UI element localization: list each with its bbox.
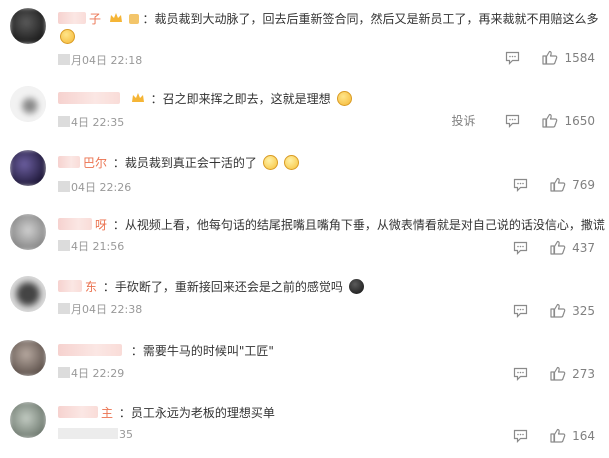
comment-actions: 投诉 1650: [451, 112, 595, 129]
username[interactable]: 子: [58, 10, 103, 28]
comment-text-overflow: [58, 28, 75, 46]
comment-icon: [506, 114, 520, 128]
like-button[interactable]: 273: [550, 366, 595, 381]
timestamp: 月04日 22:38: [58, 301, 142, 317]
like-button[interactable]: 164: [550, 428, 595, 443]
thumbs-up-icon: [550, 177, 566, 192]
like-count: 1584: [564, 50, 595, 65]
reply-button[interactable]: [513, 178, 528, 192]
comment-text: ：需要牛马的时候叫"工匠": [130, 344, 274, 358]
crown-badge-icon: [109, 13, 122, 22]
timestamp: 月04日 22:18: [58, 52, 142, 68]
comment-text-line: 东 ：手砍断了，重新接回来还会是之前的感觉吗: [58, 278, 364, 296]
smile-emoji-icon: [336, 91, 352, 106]
like-count: 164: [572, 428, 595, 443]
comment-text-line: 巴尔 ：裁员裁到真正会干活的了: [58, 154, 299, 172]
like-button[interactable]: 437: [550, 240, 595, 255]
comment-item: 子 ：裁员裁到大动脉了，回去后重新签合同，然后又是新员工了，再来裁就不用赔这么多…: [0, 4, 609, 68]
like-button[interactable]: 1650: [542, 113, 595, 128]
comment-text: ：手砍断了，重新接回来还会是之前的感觉吗: [102, 280, 343, 294]
username[interactable]: 呀: [58, 216, 109, 234]
username[interactable]: 主: [58, 404, 115, 422]
comment-text: ：从视频上看，他每句话的结尾抿嘴且嘴角下垂，从微表情看就是对自己说的话没信心，撒…: [112, 218, 605, 232]
like-count: 273: [572, 366, 595, 381]
report-button[interactable]: 投诉: [451, 112, 475, 129]
comment-actions: 325: [513, 303, 595, 318]
comment-actions: 164: [513, 428, 595, 443]
crying-laughing-emoji-icon: [283, 155, 299, 170]
comment-icon: [513, 178, 528, 192]
reply-button[interactable]: [513, 429, 528, 443]
like-count: 1650: [564, 113, 595, 128]
comment-text-line: 呀 ：从视频上看，他每句话的结尾抿嘴且嘴角下垂，从微表情看就是对自己说的话没信心…: [58, 216, 605, 234]
comment-icon: [506, 51, 520, 65]
crown-badge-icon: [131, 93, 144, 102]
comment-actions: 437: [513, 240, 595, 255]
thumbs-up-icon: [542, 50, 558, 65]
level-badge-icon: [128, 14, 139, 24]
username[interactable]: [58, 90, 125, 108]
like-count: 437: [572, 240, 595, 255]
username[interactable]: [58, 342, 127, 360]
comment-text-line: ：需要牛马的时候叫"工匠": [58, 342, 274, 360]
avatar[interactable]: [10, 150, 46, 186]
comment-item: ：需要牛马的时候叫"工匠" 4日 22:29 273: [0, 336, 609, 398]
comment-text: ：召之即来挥之即去，这就是理想: [150, 92, 331, 106]
timestamp: 4日 22:35: [58, 114, 124, 130]
thumbs-up-icon: [550, 428, 566, 443]
comment-text: ：裁员裁到大动脉了，回去后重新签合同，然后又是新员工了，再来裁就不用赔这么多: [142, 12, 599, 26]
timestamp: 4日 22:29: [58, 365, 124, 381]
like-count: 325: [572, 303, 595, 318]
avatar[interactable]: [10, 276, 46, 312]
like-button[interactable]: 769: [550, 177, 595, 192]
comment-item: 主 ：员工永远为老板的理想买单 35 164: [0, 398, 609, 458]
thumbs-up-icon: [550, 303, 566, 318]
thumbs-up-icon: [550, 240, 566, 255]
avatar[interactable]: [10, 340, 46, 376]
comment-icon: [513, 429, 528, 443]
reply-button[interactable]: [513, 367, 528, 381]
comment-actions: 769: [513, 177, 595, 192]
comment-text-line: 子 ：裁员裁到大动脉了，回去后重新签合同，然后又是新员工了，再来裁就不用赔这么多: [58, 10, 599, 28]
timestamp: 4日 21:56: [58, 238, 124, 254]
crying-laughing-emoji-icon: [262, 155, 278, 170]
like-count: 769: [572, 177, 595, 192]
comment-actions: 273: [513, 366, 595, 381]
avatar[interactable]: [10, 402, 46, 438]
thumbs-up-icon: [542, 113, 558, 128]
smile-emoji-icon: [60, 29, 75, 44]
timestamp: 04日 22:26: [58, 179, 131, 195]
comment-icon: [513, 241, 528, 255]
comment-actions: 1584: [505, 50, 595, 65]
like-button[interactable]: 1584: [542, 50, 595, 65]
username[interactable]: 巴尔: [58, 154, 109, 172]
comment-text: ：裁员裁到真正会干活的了: [112, 156, 257, 170]
comment-item: ：召之即来挥之即去，这就是理想 4日 22:35 投诉 1650: [0, 82, 609, 144]
like-button[interactable]: 325: [550, 303, 595, 318]
timestamp: 35: [58, 428, 133, 441]
avatar[interactable]: [10, 86, 46, 122]
comment-feed: 子 ：裁员裁到大动脉了，回去后重新签合同，然后又是新员工了，再来裁就不用赔这么多…: [0, 0, 609, 458]
comment-item: 东 ：手砍断了，重新接回来还会是之前的感觉吗 月04日 22:38 325: [0, 272, 609, 334]
reply-button[interactable]: [505, 114, 520, 128]
comment-icon: [513, 367, 528, 381]
username[interactable]: 东: [58, 278, 99, 296]
reply-button[interactable]: [513, 304, 528, 318]
comment-text-line: 主 ：员工永远为老板的理想买单: [58, 404, 275, 422]
comment-item: 呀 ：从视频上看，他每句话的结尾抿嘴且嘴角下垂，从微表情看就是对自己说的话没信心…: [0, 210, 609, 272]
thumbs-up-icon: [550, 366, 566, 381]
reply-button[interactable]: [505, 51, 520, 65]
comment-text: ：员工永远为老板的理想买单: [118, 406, 275, 420]
dark-face-emoji-icon: [348, 279, 364, 294]
comment-item: 巴尔 ：裁员裁到真正会干活的了 04日 22:26 769: [0, 146, 609, 208]
avatar[interactable]: [10, 214, 46, 250]
comment-icon: [513, 304, 528, 318]
reply-button[interactable]: [513, 241, 528, 255]
avatar[interactable]: [10, 8, 46, 44]
comment-text-line: ：召之即来挥之即去，这就是理想: [58, 90, 352, 108]
